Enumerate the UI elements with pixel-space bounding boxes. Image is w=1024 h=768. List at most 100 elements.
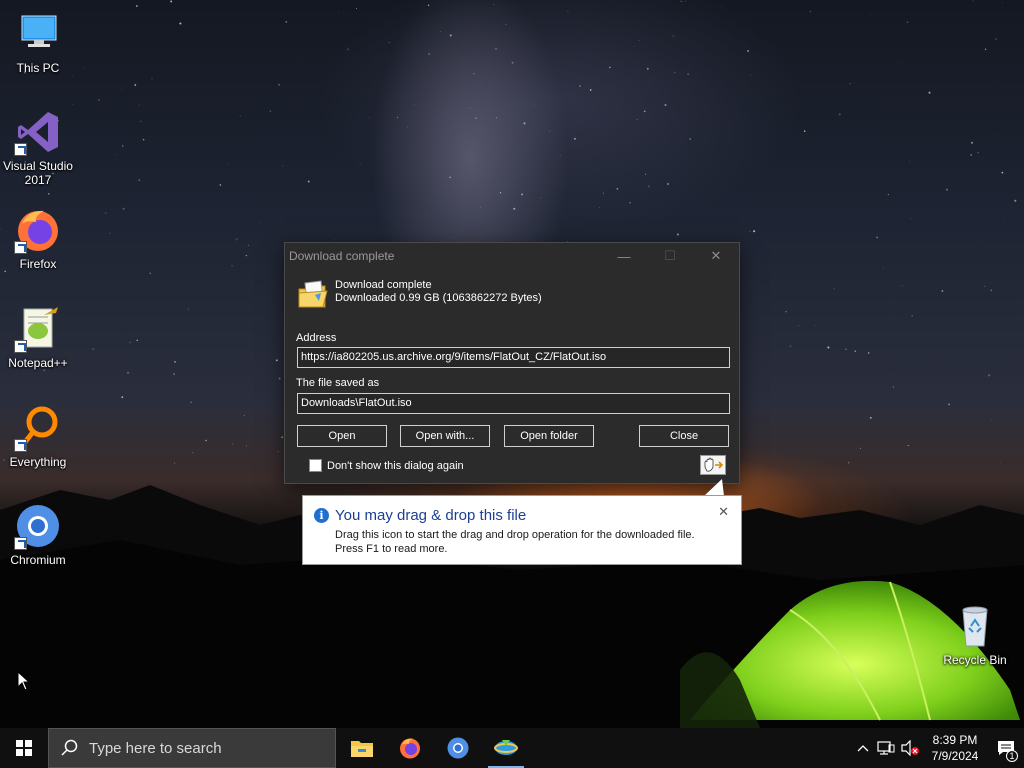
network-status-button[interactable]	[874, 728, 898, 768]
star	[573, 137, 576, 140]
star	[859, 447, 862, 449]
desktop-icon-recycle-bin[interactable]: Recycle Bin	[937, 602, 1013, 667]
star	[428, 53, 430, 55]
close-button[interactable]: Close	[639, 425, 729, 447]
star	[909, 161, 911, 163]
network-wired-icon	[877, 741, 895, 755]
firefox-icon	[14, 206, 62, 254]
saved-path-field[interactable]: Downloads\FlatOut.iso	[297, 393, 730, 414]
star	[814, 325, 816, 326]
star	[1000, 461, 1001, 463]
star	[98, 98, 100, 101]
star	[204, 247, 206, 249]
action-center-button[interactable]: 1	[988, 728, 1024, 768]
address-field[interactable]: https://ia802205.us.archive.org/9/items/…	[297, 347, 730, 368]
star	[78, 413, 80, 415]
taskbar-clock[interactable]: 8:39 PM 7/9/2024	[922, 728, 988, 768]
open-with-button[interactable]: Open with...	[400, 425, 490, 447]
taskbar-firefox[interactable]	[386, 728, 434, 768]
star	[259, 222, 260, 224]
star	[83, 67, 85, 68]
desktop-icon-firefox[interactable]: Firefox	[0, 206, 76, 271]
close-window-button[interactable]: ✕	[693, 243, 739, 269]
star	[129, 341, 132, 344]
star	[803, 130, 806, 132]
desktop-icon-label: Firefox	[19, 257, 57, 271]
star	[170, 0, 173, 3]
dialog-title: Download complete	[289, 249, 395, 263]
star	[278, 83, 281, 86]
desktop-icon-everything[interactable]: Everything	[0, 404, 76, 469]
star	[645, 173, 647, 175]
star	[906, 21, 909, 24]
star	[149, 272, 151, 274]
open-folder-button[interactable]: Open folder	[504, 425, 594, 447]
search-icon	[61, 739, 78, 756]
volume-button[interactable]	[898, 728, 922, 768]
star	[948, 403, 950, 406]
dont-show-checkbox[interactable]	[309, 459, 322, 472]
star	[833, 288, 835, 290]
star	[281, 436, 283, 438]
desktop-icon-label: Recycle Bin	[943, 653, 1007, 667]
star	[887, 194, 889, 196]
star	[521, 193, 524, 196]
star	[636, 119, 638, 121]
maximize-button[interactable]: ☐	[647, 243, 693, 269]
file-explorer-icon	[351, 741, 373, 757]
chromium-icon	[447, 737, 469, 759]
star	[972, 355, 974, 356]
taskbar-download-manager[interactable]	[482, 728, 530, 768]
star	[388, 41, 390, 44]
drag-drop-tooltip: i You may drag & drop this file Drag thi…	[302, 495, 742, 565]
taskbar-chromium[interactable]	[434, 728, 482, 768]
star	[971, 141, 973, 144]
start-button[interactable]	[0, 728, 48, 768]
tooltip-title: You may drag & drop this file	[335, 507, 527, 524]
desktop-icon-label: Notepad++	[8, 356, 68, 370]
desktop-icon-notepadpp[interactable]: Notepad++	[0, 305, 76, 370]
star	[634, 46, 635, 47]
star	[92, 348, 95, 350]
taskbar-search-box[interactable]: Type here to search	[48, 728, 336, 768]
star	[838, 113, 841, 116]
star	[559, 154, 561, 156]
star	[589, 89, 592, 91]
desktop-icon-label: Chromium	[10, 553, 66, 567]
star	[930, 353, 932, 355]
desktop-icon-chromium[interactable]: Chromium	[0, 502, 76, 567]
saved-as-label: The file saved as	[296, 377, 380, 389]
star	[847, 461, 850, 464]
drag-drop-icon[interactable]	[700, 455, 726, 475]
star	[228, 164, 229, 165]
tooltip-close-icon[interactable]: ✕	[718, 504, 729, 520]
desktop-icon-this-pc[interactable]: This PC	[0, 10, 76, 75]
star	[941, 290, 944, 292]
open-button[interactable]: Open	[297, 425, 387, 447]
star	[192, 452, 194, 454]
star	[827, 346, 830, 349]
star	[440, 31, 441, 32]
star	[672, 35, 674, 37]
star	[359, 164, 361, 165]
desktop-icon-label: This PC	[16, 61, 60, 75]
dialog-titlebar[interactable]: Download complete — ☐ ✕	[285, 243, 739, 269]
clock-date: 7/9/2024	[931, 749, 979, 763]
shortcut-arrow-icon	[14, 439, 27, 452]
show-hidden-icons-button[interactable]	[852, 728, 874, 768]
star	[721, 6, 722, 8]
star	[988, 374, 991, 377]
desktop-icon-visual-studio[interactable]: Visual Studio 2017	[0, 108, 76, 187]
minimize-button[interactable]: —	[601, 243, 647, 269]
star	[174, 361, 176, 363]
star	[179, 22, 182, 25]
star	[523, 122, 526, 125]
star	[869, 416, 872, 419]
star	[927, 376, 929, 377]
star	[567, 10, 569, 12]
taskbar-file-explorer[interactable]	[338, 728, 386, 768]
star	[307, 180, 310, 183]
download-manager-icon	[494, 740, 518, 755]
dont-show-label[interactable]: Don't show this dialog again	[327, 460, 464, 472]
star	[911, 315, 913, 317]
